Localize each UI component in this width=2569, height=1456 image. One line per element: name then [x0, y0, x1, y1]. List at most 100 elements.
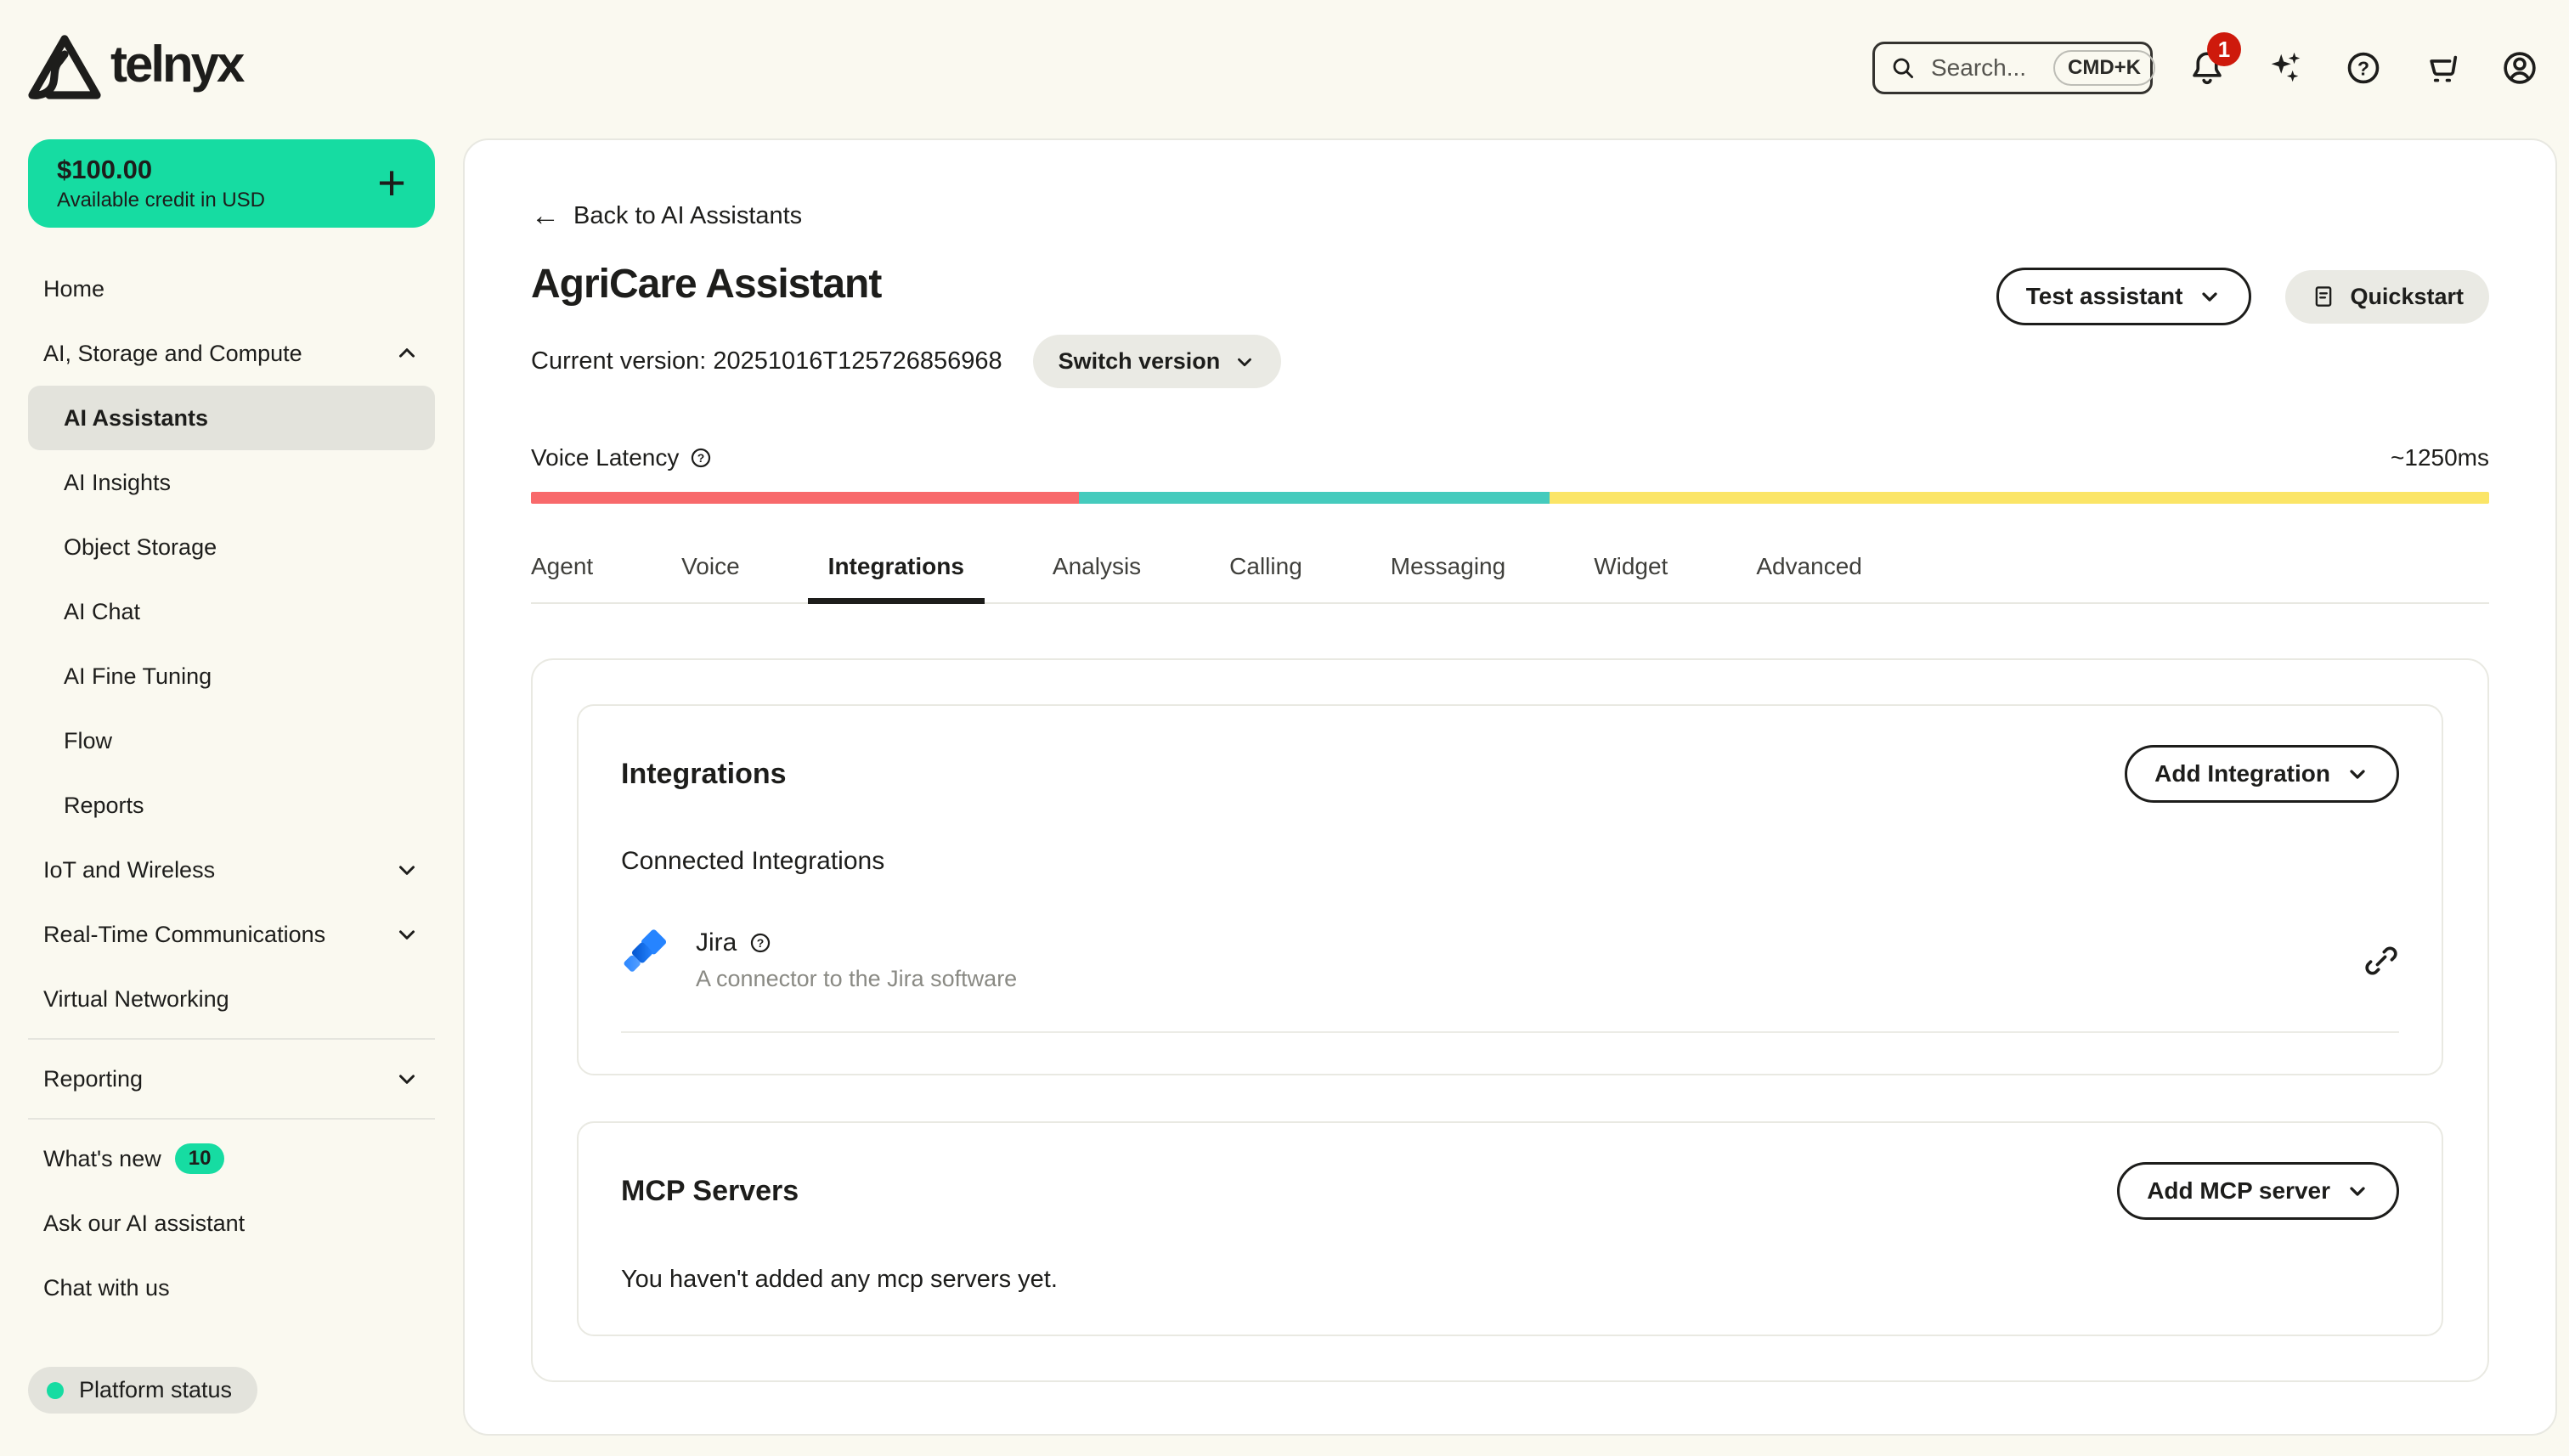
sidebar-item-ask-our-ai-assistant[interactable]: Ask our AI assistant	[28, 1191, 435, 1256]
tab-bar: Agent Voice Integrations Analysis Calling Mes…	[531, 553, 2489, 604]
ai-sparkles-button[interactable]	[2265, 48, 2306, 88]
help-circle-icon[interactable]: ?	[689, 446, 713, 470]
header-icons: 1 ?	[2187, 48, 2540, 88]
svg-text:?: ?	[697, 451, 705, 465]
platform-status-label: Platform status	[79, 1377, 232, 1403]
test-assistant-button[interactable]: Test assistant	[1996, 268, 2252, 325]
voice-latency-label: Voice Latency	[531, 444, 679, 471]
sidebar-item-virtual-networking[interactable]: Virtual Networking	[28, 967, 435, 1031]
tab-messaging[interactable]: Messaging	[1391, 553, 1505, 602]
add-mcp-server-label: Add MCP server	[2147, 1177, 2330, 1205]
latency-segment-low	[531, 492, 1079, 504]
search-input[interactable]	[1929, 54, 2040, 82]
search-icon	[1890, 55, 1916, 81]
credit-label: Available credit in USD	[57, 189, 265, 212]
sidebar-item-label: IoT and Wireless	[43, 857, 215, 883]
chevron-down-icon	[394, 857, 420, 883]
chevron-down-icon	[2198, 285, 2222, 308]
top-bar: telnyx CMD+K 1	[0, 0, 2569, 136]
sidebar-item-label: AI Assistants	[64, 405, 208, 432]
sidebar-item-label: Ask our AI assistant	[43, 1211, 245, 1237]
current-version-text: Current version: 20251016T125726856968	[531, 347, 1002, 375]
sidebar-item-reporting[interactable]: Reporting	[28, 1047, 435, 1111]
switch-version-label: Switch version	[1059, 348, 1221, 375]
sidebar-item-ai-storage-and-compute[interactable]: AI, Storage and Compute	[28, 321, 435, 386]
mcp-servers-card: MCP Servers Add MCP server You haven't a…	[577, 1121, 2443, 1336]
chevron-down-icon	[394, 922, 420, 947]
platform-status-button[interactable]: Platform status	[28, 1367, 257, 1414]
sidebar-item-real-time-communications[interactable]: Real-Time Communications	[28, 902, 435, 967]
integrations-section: Integrations Add Integration Connected I…	[531, 658, 2489, 1382]
switch-version-button[interactable]: Switch version	[1033, 335, 1282, 388]
notifications-button[interactable]: 1	[2187, 48, 2227, 88]
integration-name: Jira	[696, 928, 737, 957]
sidebar-item-label: Object Storage	[64, 534, 217, 561]
latency-segment-high	[1550, 492, 2489, 504]
tab-widget[interactable]: Widget	[1594, 553, 1668, 602]
tab-analysis[interactable]: Analysis	[1053, 553, 1141, 602]
account-button[interactable]	[2499, 48, 2540, 88]
sidebar-item-label: Reports	[64, 793, 144, 819]
add-integration-label: Add Integration	[2154, 760, 2330, 787]
integration-description: A connector to the Jira software	[696, 966, 1017, 992]
sidebar-item-iot-and-wireless[interactable]: IoT and Wireless	[28, 838, 435, 902]
add-credit-icon[interactable]: +	[377, 159, 406, 208]
sidebar-item-label: AI Insights	[64, 470, 171, 496]
sidebar-item-label: AI, Storage and Compute	[43, 341, 302, 367]
cart-button[interactable]	[2421, 48, 2462, 88]
add-integration-button[interactable]: Add Integration	[2125, 745, 2399, 803]
search-box[interactable]: CMD+K	[1872, 42, 2153, 94]
topbar-right: CMD+K 1	[1872, 42, 2540, 94]
sidebar-item-object-storage[interactable]: Object Storage	[28, 515, 435, 579]
integration-row-jira: Jira? A connector to the Jira software	[621, 928, 2399, 1033]
tab-advanced[interactable]: Advanced	[1756, 553, 1862, 602]
sidebar-item-what-s-new[interactable]: What's new10	[28, 1126, 435, 1191]
tab-integrations[interactable]: Integrations	[828, 553, 964, 602]
telnyx-logo-text: telnyx	[110, 39, 242, 97]
voice-latency-value: ~1250ms	[2391, 444, 2489, 471]
header-actions: Test assistant Quickstart	[1996, 268, 2489, 325]
tab-calling[interactable]: Calling	[1229, 553, 1302, 602]
sidebar-item-label: What's new	[43, 1146, 161, 1172]
sidebar-item-reports[interactable]: Reports	[28, 773, 435, 838]
sidebar-item-label: Home	[43, 276, 104, 302]
voice-latency-label-row: Voice Latency ?	[531, 444, 713, 471]
sidebar-bottom: Platform status	[28, 1367, 435, 1414]
integrations-card: Integrations Add Integration Connected I…	[577, 704, 2443, 1075]
disconnect-integration-button[interactable]	[2363, 943, 2399, 979]
telnyx-logo-icon	[25, 32, 104, 104]
sidebar-nav: Home AI, Storage and Compute AI Assistants…	[28, 257, 435, 1320]
integration-info: Jira? A connector to the Jira software	[696, 928, 1017, 992]
sidebar-item-ai-fine-tuning[interactable]: AI Fine Tuning	[28, 644, 435, 708]
sidebar: $100.00 Available credit in USD + Home AI…	[0, 136, 463, 1456]
back-arrow-icon: ←	[531, 201, 560, 230]
chevron-down-icon	[2346, 1179, 2369, 1203]
credit-widget[interactable]: $100.00 Available credit in USD +	[28, 139, 435, 228]
sidebar-item-flow[interactable]: Flow	[28, 708, 435, 773]
sidebar-item-ai-chat[interactable]: AI Chat	[28, 579, 435, 644]
status-dot-icon	[47, 1382, 64, 1399]
mcp-servers-title: MCP Servers	[621, 1175, 799, 1208]
tab-voice[interactable]: Voice	[681, 553, 740, 602]
quickstart-button[interactable]: Quickstart	[2285, 270, 2489, 324]
add-mcp-server-button[interactable]: Add MCP server	[2117, 1162, 2399, 1220]
document-icon	[2311, 284, 2336, 309]
sidebar-item-label: AI Chat	[64, 599, 140, 625]
telnyx-logo[interactable]: telnyx	[25, 32, 242, 104]
sparkles-icon	[2266, 48, 2305, 87]
voice-latency-widget: Voice Latency ? ~1250ms	[531, 444, 2489, 504]
back-link[interactable]: ← Back to AI Assistants	[531, 201, 802, 230]
cart-icon	[2422, 48, 2461, 87]
sidebar-item-ai-assistants[interactable]: AI Assistants	[28, 386, 435, 450]
sidebar-item-label: AI Fine Tuning	[64, 663, 212, 690]
svg-text:?: ?	[2357, 57, 2369, 79]
sidebar-item-ai-insights[interactable]: AI Insights	[28, 450, 435, 515]
tab-agent[interactable]: Agent	[531, 553, 593, 602]
test-assistant-label: Test assistant	[2026, 283, 2183, 310]
help-button[interactable]: ?	[2343, 48, 2384, 88]
sidebar-item-chat-with-us[interactable]: Chat with us	[28, 1256, 435, 1320]
chevron-down-icon	[394, 1066, 420, 1092]
help-circle-icon[interactable]: ?	[748, 931, 772, 955]
chevron-down-icon	[2346, 762, 2369, 786]
sidebar-item-home[interactable]: Home	[28, 257, 435, 321]
